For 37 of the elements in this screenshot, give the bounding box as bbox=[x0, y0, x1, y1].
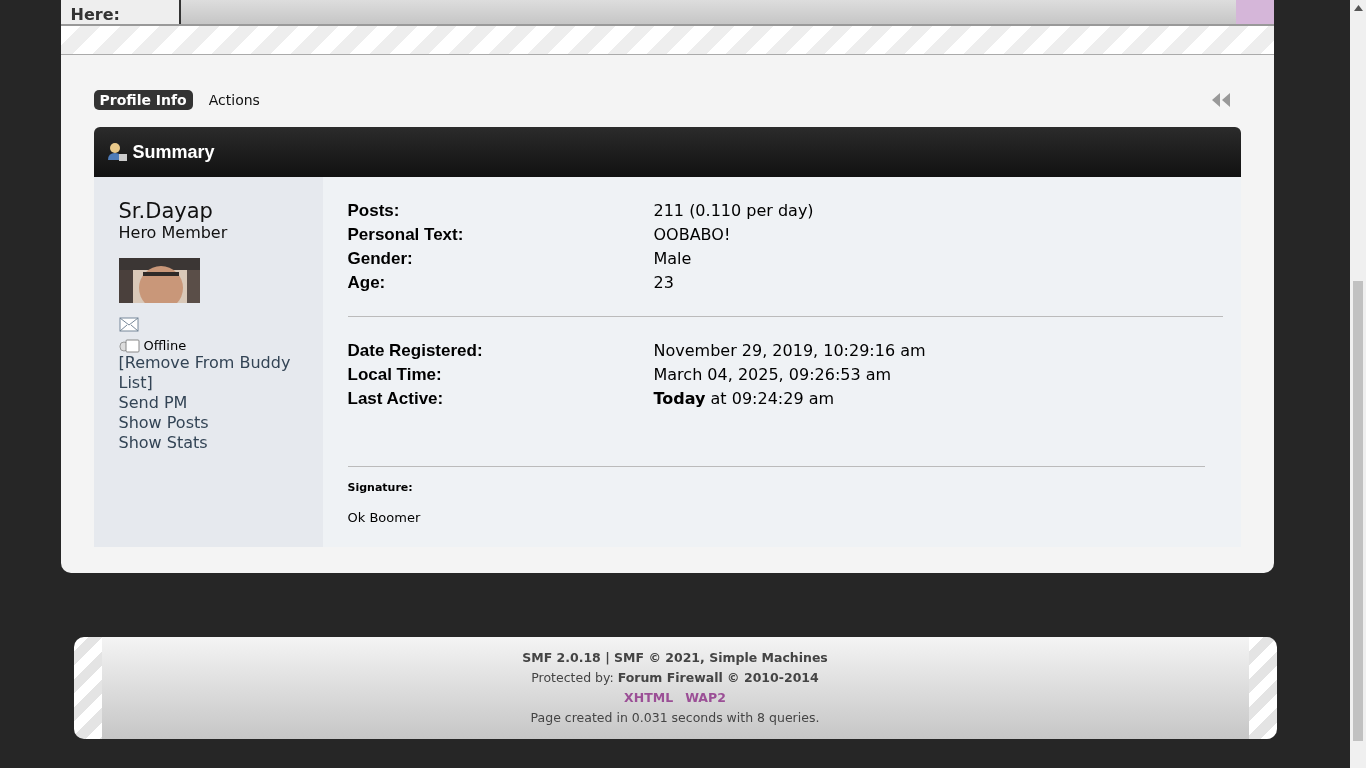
section-title: Summary bbox=[132, 141, 215, 163]
email-icon[interactable] bbox=[118, 317, 139, 332]
footer-text: Protected by: Forum Firewall © 2010-2014 bbox=[531, 669, 819, 687]
field-value: November 29, 2019, 10:29:16 am bbox=[653, 340, 926, 362]
scroll-up-icon[interactable] bbox=[1353, 5, 1363, 11]
field-value: OOBABO! bbox=[653, 224, 731, 246]
member-rank: Hero Member bbox=[118, 223, 229, 242]
field-label: Age: bbox=[347, 272, 387, 294]
field-label: Date Registered: bbox=[347, 340, 484, 362]
field-value: Male bbox=[653, 248, 692, 270]
tab[interactable]: Actions bbox=[202, 90, 266, 110]
signature-text: Ok Boomer bbox=[347, 510, 422, 525]
field-label: Local Time: bbox=[347, 364, 443, 386]
scrollbar-thumb[interactable] bbox=[1353, 281, 1363, 741]
user-icon bbox=[107, 142, 127, 162]
field-value: 211 (0.110 per day) bbox=[653, 200, 814, 222]
field-value: Today at 09:24:29 am bbox=[653, 388, 835, 410]
field-label: Last Active: bbox=[347, 388, 445, 410]
tab[interactable]: Profile Info bbox=[93, 90, 193, 110]
member-name: Sr.Dayap bbox=[118, 199, 214, 223]
profile-link[interactable]: Show Posts bbox=[118, 413, 323, 433]
breadcrumb-label: Here: bbox=[60, 0, 181, 24]
footer-link[interactable]: XHTML bbox=[624, 690, 674, 705]
field-value: 23 bbox=[653, 272, 674, 294]
profile-link[interactable]: [Remove From Buddy List] bbox=[118, 353, 323, 393]
collapse-icon[interactable] bbox=[1210, 93, 1231, 107]
status-text: Offline bbox=[143, 338, 187, 353]
footer-link[interactable]: WAP2 bbox=[685, 690, 726, 705]
profile-link[interactable]: Send PM bbox=[118, 393, 323, 413]
field-label: Personal Text: bbox=[347, 224, 465, 246]
footer-note: Page created in 0.031 seconds with 8 queries. bbox=[530, 709, 820, 727]
signature-label: Signature: bbox=[347, 481, 414, 494]
field-value: March 04, 2025, 09:26:53 am bbox=[653, 364, 892, 386]
field-label: Gender: bbox=[347, 248, 414, 270]
profile-link[interactable]: Show Stats bbox=[118, 433, 323, 453]
footer-text: SMF 2.0.18 | SMF © 2021, Simple Machines bbox=[522, 649, 828, 667]
field-label: Posts: bbox=[347, 200, 401, 222]
